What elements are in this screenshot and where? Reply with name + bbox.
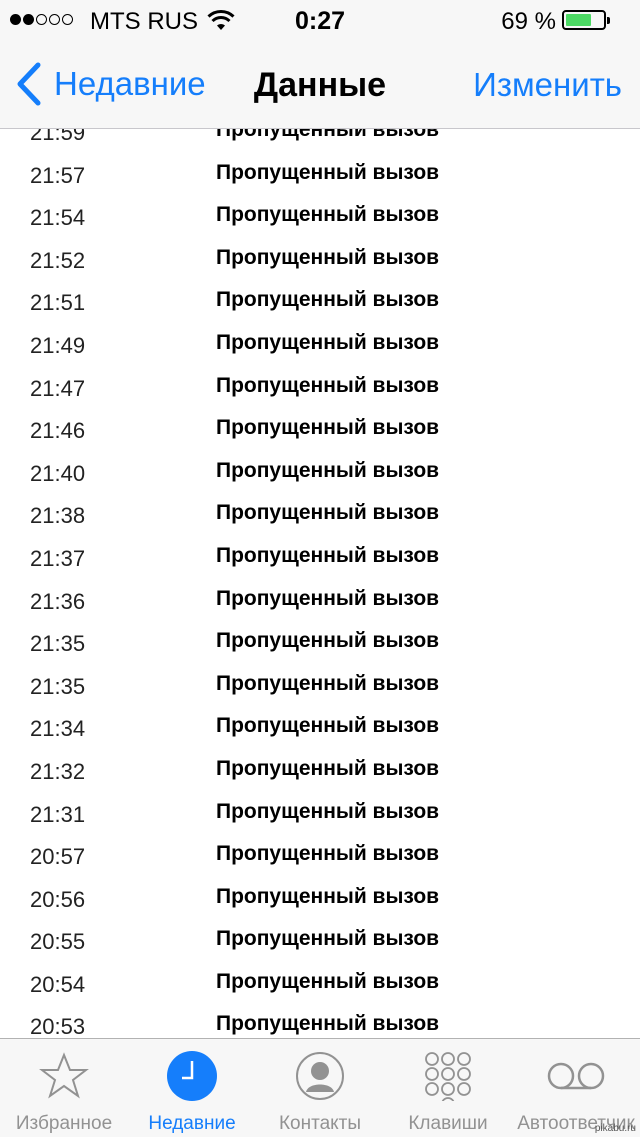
call-type-label: Пропущенный вызов bbox=[216, 245, 440, 269]
back-button[interactable]: Недавние bbox=[14, 62, 206, 106]
call-time: 21:40 bbox=[30, 460, 86, 486]
battery-percent: 69 % bbox=[501, 8, 556, 35]
call-type-label: Пропущенный вызов bbox=[216, 586, 440, 610]
call-row: 20:54 Пропущенный вызов bbox=[0, 964, 640, 1007]
call-row: 21:47 Пропущенный вызов bbox=[0, 368, 640, 411]
call-row: 21:32 Пропущенный вызов bbox=[0, 751, 640, 794]
call-type-label: Пропущенный вызов bbox=[216, 1012, 440, 1036]
call-time: 21:51 bbox=[30, 290, 86, 316]
call-time: 21:52 bbox=[30, 247, 86, 273]
call-time: 20:54 bbox=[30, 971, 86, 997]
call-row: 21:49 Пропущенный вызов bbox=[0, 325, 640, 368]
call-type-label: Пропущенный вызов bbox=[216, 416, 440, 440]
call-type-label: Пропущенный вызов bbox=[216, 842, 440, 866]
battery-icon bbox=[562, 10, 610, 30]
call-row: 21:51 Пропущенный вызов bbox=[0, 282, 640, 325]
call-time: 21:49 bbox=[30, 332, 86, 358]
call-time: 20:56 bbox=[30, 886, 86, 912]
contact-icon bbox=[295, 1051, 345, 1101]
call-row: 21:38 Пропущенный вызов bbox=[0, 495, 640, 538]
call-type-label: Пропущенный вызов bbox=[216, 756, 440, 780]
call-time: 21:47 bbox=[30, 375, 86, 401]
call-time: 21:54 bbox=[30, 205, 86, 231]
call-time: 21:57 bbox=[30, 162, 86, 188]
call-type-label: Пропущенный вызов bbox=[216, 160, 440, 184]
call-time: 20:57 bbox=[30, 844, 86, 870]
status-bar: MTS RUS 0:27 69 % bbox=[0, 0, 640, 40]
back-button-label: Недавние bbox=[54, 65, 206, 102]
watermark: pikabu.ru bbox=[594, 1123, 636, 1134]
chevron-left-icon bbox=[17, 62, 41, 106]
tab-label: Недавние bbox=[148, 1113, 236, 1134]
call-row: 21:57 Пропущенный вызов bbox=[0, 155, 640, 198]
call-type-label: Пропущенный вызов bbox=[216, 629, 440, 653]
tab-label: Контакты bbox=[278, 1113, 362, 1134]
call-list[interactable]: 21:59 Пропущенный вызов 21:57 Пропущенный в… bbox=[0, 112, 640, 1038]
call-time: 21:38 bbox=[30, 503, 86, 529]
call-type-label: Пропущенный вызов bbox=[216, 969, 440, 993]
tab-bar: Избранное Недавние Контакты Клавиши Автоотве… bbox=[0, 1038, 640, 1137]
call-time: 20:53 bbox=[30, 1014, 86, 1038]
edit-button[interactable]: Изменить bbox=[473, 66, 622, 104]
tab-contact[interactable]: Контакты bbox=[256, 1039, 384, 1137]
call-time: 21:35 bbox=[30, 673, 86, 699]
navigation-bar: Недавние Данные Изменить bbox=[0, 40, 640, 129]
keypad-icon bbox=[423, 1051, 473, 1111]
call-type-label: Пропущенный вызов bbox=[216, 714, 440, 738]
call-time: 21:46 bbox=[30, 418, 86, 444]
tab-star[interactable]: Избранное bbox=[0, 1039, 128, 1137]
tab-keypad[interactable]: Клавиши bbox=[384, 1039, 512, 1137]
call-time: 21:32 bbox=[30, 758, 86, 784]
voicemail-icon bbox=[545, 1051, 607, 1101]
call-row: 20:55 Пропущенный вызов bbox=[0, 921, 640, 964]
call-row: 21:52 Пропущенный вызов bbox=[0, 240, 640, 283]
clock-icon bbox=[167, 1051, 217, 1101]
call-row: 21:37 Пропущенный вызов bbox=[0, 538, 640, 581]
call-type-label: Пропущенный вызов bbox=[216, 927, 440, 951]
call-row: 21:40 Пропущенный вызов bbox=[0, 453, 640, 496]
call-time: 21:34 bbox=[30, 716, 86, 742]
call-row: 20:53 Пропущенный вызов bbox=[0, 1006, 640, 1038]
call-row: 20:56 Пропущенный вызов bbox=[0, 879, 640, 922]
battery-fill bbox=[566, 14, 591, 26]
call-row: 21:36 Пропущенный вызов bbox=[0, 581, 640, 624]
call-row: 21:54 Пропущенный вызов bbox=[0, 197, 640, 240]
call-type-label: Пропущенный вызов bbox=[216, 543, 440, 567]
call-row: 21:35 Пропущенный вызов bbox=[0, 623, 640, 666]
call-type-label: Пропущенный вызов bbox=[216, 884, 440, 908]
call-row: 21:34 Пропущенный вызов bbox=[0, 708, 640, 751]
call-type-label: Пропущенный вызов bbox=[216, 458, 440, 482]
call-time: 21:37 bbox=[30, 545, 86, 571]
call-time: 21:31 bbox=[30, 801, 86, 827]
call-time: 21:36 bbox=[30, 588, 86, 614]
tab-clock[interactable]: Недавние bbox=[128, 1039, 256, 1137]
call-type-label: Пропущенный вызов bbox=[216, 501, 440, 525]
call-row: 20:57 Пропущенный вызов bbox=[0, 836, 640, 879]
call-row: 21:35 Пропущенный вызов bbox=[0, 666, 640, 709]
call-type-label: Пропущенный вызов bbox=[216, 203, 440, 227]
call-type-label: Пропущенный вызов bbox=[216, 373, 440, 397]
call-time: 20:55 bbox=[30, 929, 86, 955]
call-type-label: Пропущенный вызов bbox=[216, 799, 440, 823]
battery-nub bbox=[607, 17, 610, 24]
star-icon bbox=[39, 1051, 89, 1101]
call-type-label: Пропущенный вызов bbox=[216, 330, 440, 354]
call-type-label: Пропущенный вызов bbox=[216, 288, 440, 312]
call-time: 21:35 bbox=[30, 631, 86, 657]
call-row: 21:31 Пропущенный вызов bbox=[0, 794, 640, 837]
call-row: 21:46 Пропущенный вызов bbox=[0, 410, 640, 453]
tab-label: Клавиши bbox=[408, 1113, 488, 1134]
call-type-label: Пропущенный вызов bbox=[216, 671, 440, 695]
